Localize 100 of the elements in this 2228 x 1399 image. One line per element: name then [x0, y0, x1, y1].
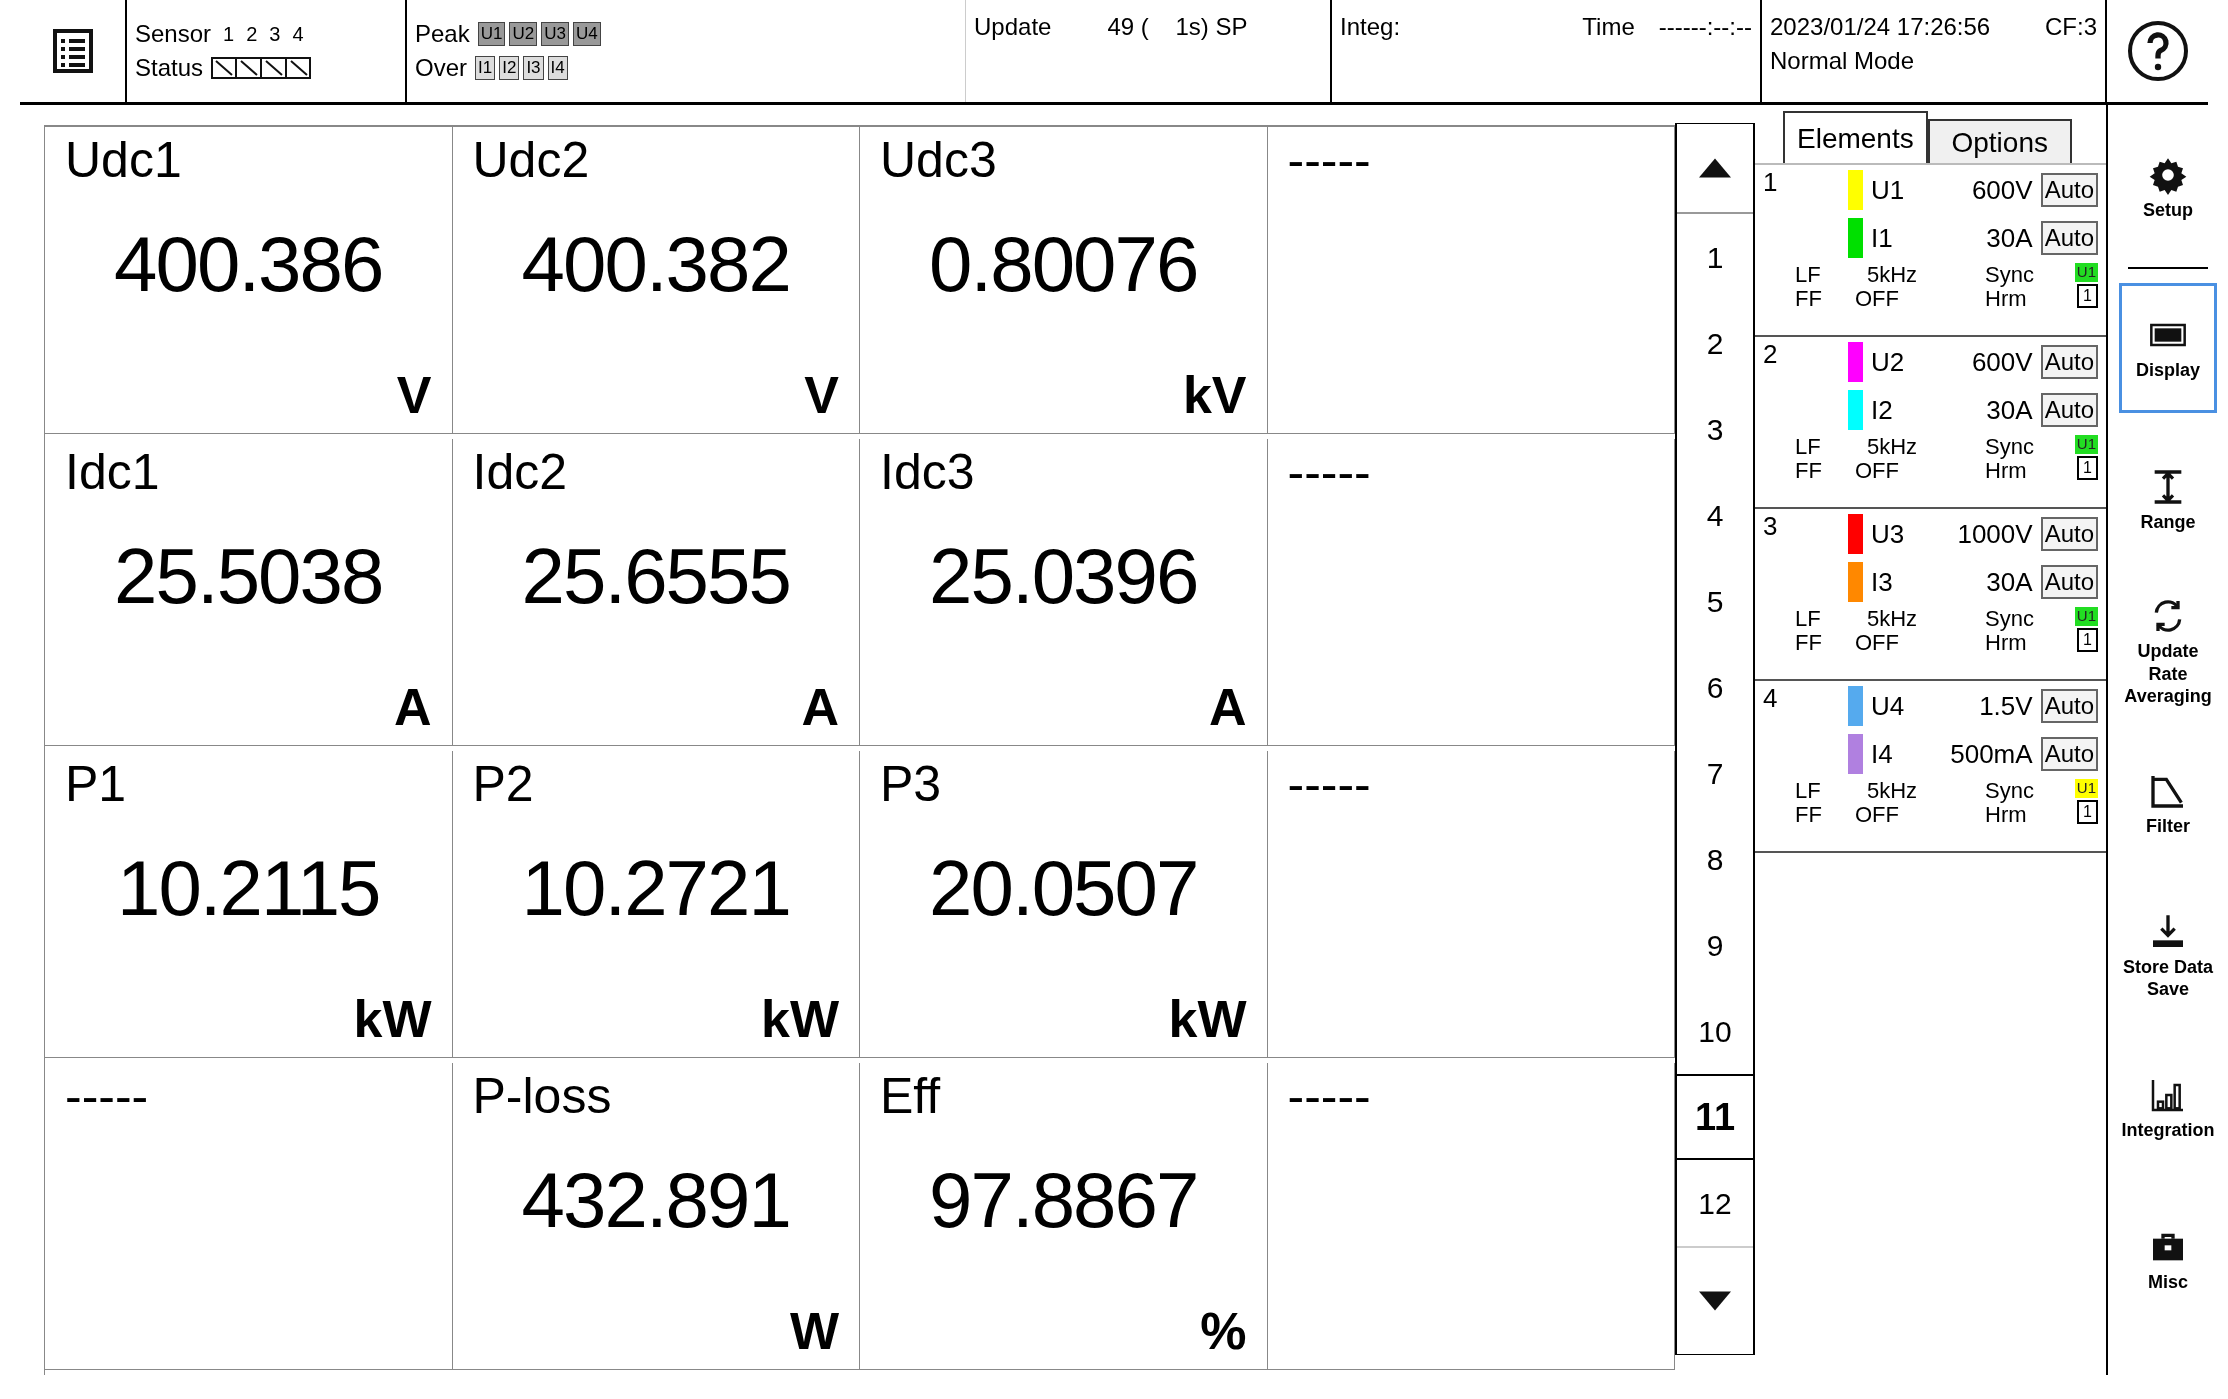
- over-indicator: I2: [499, 56, 520, 80]
- side-menu-button[interactable]: Filter: [2119, 739, 2217, 869]
- lf-value: 5kHz: [1866, 779, 1919, 804]
- channel-name: U4: [1871, 689, 1906, 723]
- up-triangle-icon: [1699, 158, 1731, 178]
- measurement-unit: kW: [353, 993, 432, 1045]
- sync-source-badge: U1: [2074, 263, 2098, 282]
- page-button[interactable]: 9: [1677, 902, 1753, 988]
- panel-tab[interactable]: Elements: [1783, 111, 1928, 163]
- update-value: 49 ( 1s) SP: [1107, 12, 1248, 42]
- over-label: Over: [415, 53, 467, 83]
- channel-range: 1000V: [1956, 517, 2034, 551]
- hrm-value: 1: [2077, 455, 2098, 480]
- measurement-unit: A: [1208, 681, 1247, 733]
- update-label: Update: [974, 12, 1052, 42]
- datetime: 2023/01/24 17:26:56: [1770, 12, 1991, 42]
- element-number: 3: [1763, 513, 1779, 543]
- page-button[interactable]: 6: [1677, 644, 1753, 730]
- measurement-label: Udc3: [880, 135, 997, 185]
- auto-range-button[interactable]: Auto: [2040, 345, 2098, 379]
- measurement-unit: kV: [1182, 369, 1247, 421]
- integ-label: Integ:: [1340, 12, 1401, 42]
- ff-value: OFF: [1855, 287, 1900, 312]
- hrm-label: Hrm: [1985, 459, 2027, 484]
- status-indicators-icon: [211, 57, 312, 79]
- channel-range: 500mA: [1949, 737, 2034, 771]
- channel-name: U1: [1871, 173, 1906, 207]
- measurement-value: 25.6555: [521, 537, 790, 615]
- measurement-value: 25.0396: [929, 537, 1198, 615]
- channel-range: 600V: [1970, 173, 2034, 207]
- measurement-value: 10.2721: [521, 849, 790, 927]
- measurement-unit: %: [1200, 1305, 1247, 1357]
- measurement-label: P2: [472, 759, 534, 809]
- lf-label: LF: [1795, 779, 1822, 804]
- sync-label: Sync: [1985, 607, 2035, 632]
- channel-range: 30A: [1985, 393, 2034, 427]
- panel-tab[interactable]: Options: [1927, 119, 2072, 163]
- peak-label: Peak: [415, 19, 470, 49]
- over-indicator: I4: [547, 56, 568, 80]
- channel-name: I1: [1871, 221, 1894, 255]
- auto-range-button[interactable]: Auto: [2040, 173, 2098, 207]
- peak-indicator: U2: [509, 22, 538, 46]
- measurement-unit: V: [396, 369, 432, 421]
- channel-name: I3: [1871, 565, 1894, 599]
- page-button[interactable]: 10: [1677, 988, 1753, 1074]
- element-number: 2: [1763, 341, 1779, 371]
- measurement-value: 400.386: [114, 225, 383, 303]
- sync-label: Sync: [1985, 435, 2035, 460]
- measurement-label: Idc1: [65, 447, 160, 497]
- measurement-value: 20.0507: [929, 849, 1198, 927]
- measurement-label: -----: [65, 1071, 149, 1121]
- lf-value: 5kHz: [1866, 263, 1919, 288]
- page-button[interactable]: 5: [1677, 558, 1753, 644]
- ff-label: FF: [1795, 803, 1823, 828]
- sensor-number: 1: [223, 21, 235, 47]
- measurement-value: 432.891: [521, 1161, 790, 1239]
- auto-range-button[interactable]: Auto: [2040, 221, 2098, 255]
- channel-range: 30A: [1985, 565, 2034, 599]
- measurement-label: Eff: [880, 1071, 941, 1121]
- page-button[interactable]: 11: [1677, 1074, 1753, 1160]
- auto-range-button[interactable]: Auto: [2040, 517, 2098, 551]
- sync-source-badge: U1: [2074, 779, 2098, 798]
- auto-range-button[interactable]: Auto: [2040, 565, 2098, 599]
- page-button[interactable]: 2: [1677, 300, 1753, 386]
- measurement-label: Udc2: [472, 135, 590, 185]
- side-menu-button[interactable]: Misc: [2119, 1195, 2217, 1325]
- measurement-label: -----: [1287, 1071, 1371, 1121]
- help-icon[interactable]: [2125, 19, 2190, 83]
- side-menu-button[interactable]: Display: [2119, 283, 2217, 413]
- side-menu-button[interactable]: Update Rate Averaging: [2119, 587, 2217, 717]
- auto-range-button[interactable]: Auto: [2040, 393, 2098, 427]
- side-menu-button[interactable]: Range: [2119, 435, 2217, 565]
- page-button[interactable]: 4: [1677, 472, 1753, 558]
- auto-range-button[interactable]: Auto: [2040, 737, 2098, 771]
- over-indicator: I1: [475, 56, 496, 80]
- channel-name: U2: [1871, 345, 1906, 379]
- peak-indicator: U3: [541, 22, 569, 46]
- page-button[interactable]: 12: [1677, 1160, 1753, 1246]
- time-value: ------:--:--: [1658, 12, 1752, 42]
- hrm-label: Hrm: [1985, 287, 2027, 312]
- channel-name: I2: [1871, 393, 1894, 427]
- page-button[interactable]: 7: [1677, 730, 1753, 816]
- page-button[interactable]: 3: [1677, 386, 1753, 472]
- side-menu-button[interactable]: Integration: [2119, 1043, 2217, 1173]
- channel-name: I4: [1871, 737, 1894, 771]
- measurement-label: P3: [880, 759, 942, 809]
- page-button[interactable]: 8: [1677, 816, 1753, 902]
- measurement-label: -----: [1287, 759, 1371, 809]
- side-menu-button[interactable]: Store Data Save: [2119, 891, 2217, 1021]
- measurement-unit: A: [801, 681, 839, 733]
- measurement-label: P-loss: [472, 1071, 612, 1121]
- over-indicator: I3: [523, 56, 544, 80]
- hrm-value: 1: [2077, 627, 2098, 652]
- side-menu-button[interactable]: Setup: [2119, 123, 2217, 253]
- status-label: Status: [135, 53, 204, 83]
- sync-label: Sync: [1985, 779, 2035, 804]
- ff-value: OFF: [1855, 459, 1900, 484]
- auto-range-button[interactable]: Auto: [2040, 689, 2098, 723]
- page-button[interactable]: 1: [1677, 214, 1753, 300]
- element-number: 1: [1763, 169, 1779, 199]
